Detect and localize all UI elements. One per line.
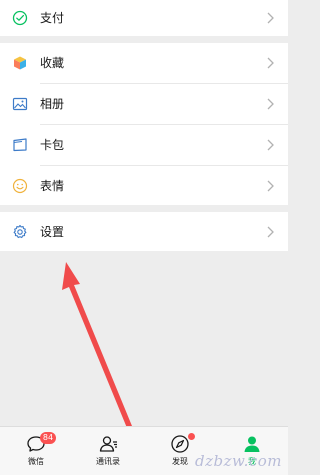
menu-item-favorites-label: 收藏	[40, 56, 65, 70]
card-wallet-icon	[13, 138, 27, 152]
chevron-right-icon	[267, 57, 274, 69]
sticker-face-icon	[12, 178, 28, 194]
wechat-pay-icon	[12, 10, 28, 26]
chevron-right-icon	[267, 98, 274, 110]
tab-contacts-label: 通讯录	[96, 457, 120, 466]
menu-item-pay-label: 支付	[40, 11, 65, 25]
menu-item-settings[interactable]: 设置	[0, 212, 288, 252]
tab-chats-label: 微信	[28, 457, 44, 466]
profile-icon	[244, 436, 260, 452]
watermark: dzbzw.com	[195, 452, 282, 470]
pay-section: 支付	[0, 0, 288, 36]
features-section: 收藏 相册 卡包 表情	[0, 43, 288, 205]
chevron-right-icon	[267, 12, 274, 24]
tab-contacts[interactable]: 通讯录	[72, 427, 144, 475]
menu-item-wallet-label: 卡包	[40, 138, 65, 152]
menu-item-favorites[interactable]: 收藏	[0, 43, 288, 83]
chevron-right-icon	[267, 226, 274, 238]
menu-item-settings-label: 设置	[40, 225, 65, 239]
menu-item-wallet[interactable]: 卡包	[0, 125, 288, 165]
contacts-icon	[99, 436, 117, 452]
new-content-dot	[188, 433, 195, 440]
unread-badge: 84	[40, 432, 56, 444]
menu-item-album-label: 相册	[40, 97, 65, 111]
favorites-cube-icon	[14, 56, 26, 70]
chevron-right-icon	[267, 180, 274, 192]
album-icon	[12, 97, 28, 111]
menu-item-pay[interactable]: 支付	[0, 0, 288, 38]
gear-icon	[13, 224, 27, 239]
menu-item-stickers-label: 表情	[40, 179, 65, 193]
menu-item-stickers[interactable]: 表情	[0, 166, 288, 206]
compass-icon	[171, 435, 189, 453]
menu-item-album[interactable]: 相册	[0, 84, 288, 124]
tab-chats[interactable]: 84 微信	[0, 427, 72, 475]
chevron-right-icon	[267, 139, 274, 151]
settings-section: 设置	[0, 212, 288, 251]
